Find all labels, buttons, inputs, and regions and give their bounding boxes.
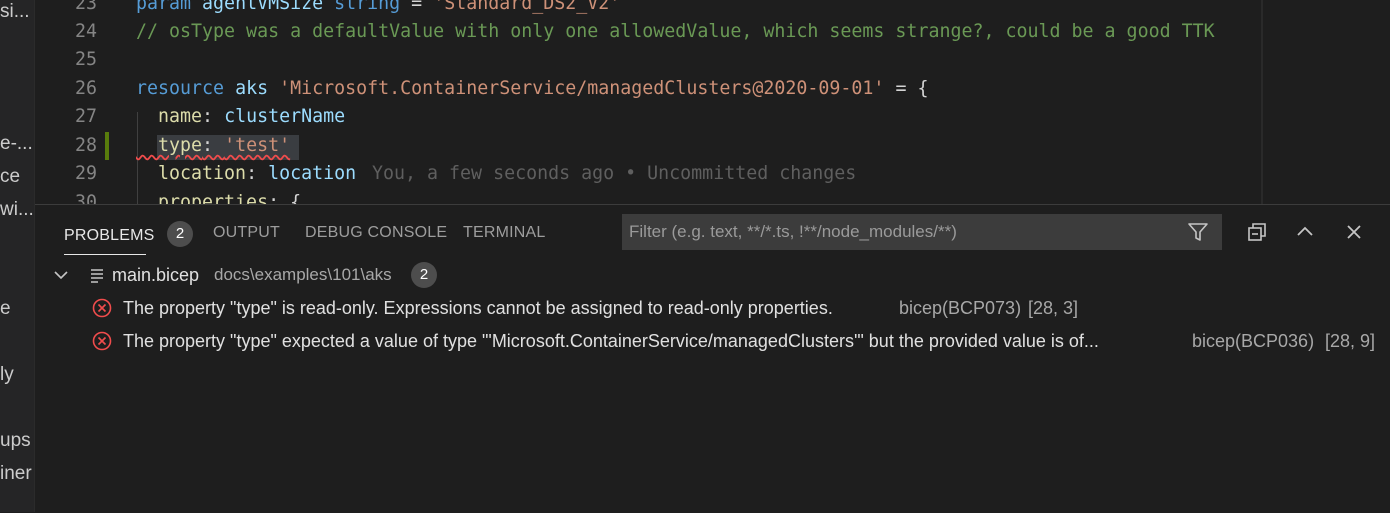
- problem-position: [28, 3]: [1028, 298, 1079, 318]
- maximize-panel-icon[interactable]: [1293, 220, 1317, 244]
- code-token: 'Microsoft.ContainerService/managedClust…: [279, 78, 885, 99]
- code-token: :: [246, 163, 269, 184]
- code-line[interactable]: 25: [35, 46, 1390, 74]
- code-token: 'Standard_DS2_V2': [433, 0, 621, 14]
- code-editor[interactable]: 23 param agentVMSize string = 'Standard_D…: [35, 0, 1390, 204]
- collapse-all-icon[interactable]: [1245, 220, 1269, 244]
- explorer-item[interactable]: e-...: [0, 132, 33, 156]
- line-number: 23: [74, 0, 97, 14]
- code-text: properties: {: [136, 189, 301, 204]
- code-token: :: [202, 106, 225, 127]
- line-number: 25: [74, 49, 97, 70]
- code-token: aks: [235, 78, 280, 99]
- code-token: agentVMSize: [202, 0, 335, 14]
- error-icon: [92, 331, 112, 351]
- chevron-down-icon[interactable]: [53, 267, 69, 283]
- code-line[interactable]: 23 param agentVMSize string = 'Standard_D…: [35, 0, 1390, 18]
- git-blame-annotation: You, a few seconds ago • Uncommitted cha…: [372, 163, 857, 184]
- explorer-item[interactable]: si...: [0, 0, 30, 24]
- problem-item[interactable]: The property "type" expected a value of …: [35, 325, 1390, 357]
- explorer-item[interactable]: ups: [0, 429, 31, 453]
- explorer-item[interactable]: iner: [0, 462, 32, 486]
- panel-tabs: PROBLEMS 2 OUTPUT DEBUG CONSOLE TERMINAL: [35, 205, 1390, 257]
- code-token: location: [136, 163, 247, 184]
- code-text: // osType was a defaultValue with only o…: [136, 18, 1215, 46]
- problem-source: bicep(BCP073): [899, 298, 1022, 318]
- code-token: resource: [136, 78, 236, 99]
- file-problem-count-badge: 2: [411, 262, 437, 288]
- file-name: main.bicep: [112, 265, 200, 285]
- code-token: name: [136, 106, 203, 127]
- code-text: location: location: [136, 160, 356, 188]
- problems-file-row[interactable]: main.bicep docs\examples\101\aks 2: [35, 259, 1390, 291]
- line-number: 26: [74, 78, 97, 99]
- file-path: docs\examples\101\aks: [214, 265, 392, 284]
- bottom-panel: PROBLEMS 2 OUTPUT DEBUG CONSOLE TERMINAL: [35, 204, 1390, 513]
- problems-filter-input[interactable]: [622, 214, 1222, 250]
- code-token: =: [411, 0, 434, 14]
- problems-count-badge: 2: [167, 221, 194, 247]
- code-token: = {: [884, 78, 929, 99]
- tab-problems[interactable]: PROBLEMS 2: [64, 221, 194, 249]
- code-text: resource aks 'Microsoft.ContainerService…: [136, 75, 928, 103]
- code-token: string: [334, 0, 412, 14]
- explorer-item[interactable]: wi...: [0, 198, 34, 222]
- problem-item[interactable]: The property "type" is read-only. Expres…: [35, 292, 1390, 324]
- problem-message: The property "type" is read-only. Expres…: [123, 298, 833, 318]
- tab-output[interactable]: OUTPUT: [213, 224, 280, 242]
- code-token: properties: [136, 192, 269, 204]
- code-text: name: clusterName: [136, 103, 345, 131]
- close-panel-icon[interactable]: [1342, 220, 1366, 244]
- code-token: : {: [268, 192, 302, 204]
- code-text: param agentVMSize string = 'Standard_DS2…: [136, 0, 620, 18]
- code-line[interactable]: 30 properties: {: [35, 189, 1390, 204]
- problem-source: bicep(BCP036): [1192, 331, 1315, 351]
- code-line[interactable]: 26 resource aks 'Microsoft.ContainerServi…: [35, 75, 1390, 103]
- code-token: location: [268, 163, 357, 184]
- explorer-item[interactable]: ly: [0, 363, 14, 387]
- code-token: param: [136, 0, 203, 14]
- code-line[interactable]: 27 name: clusterName: [35, 103, 1390, 131]
- line-number: 24: [74, 21, 97, 42]
- explorer-sidebar: si... e-... ce wi... e ly ups iner: [0, 0, 35, 512]
- problem-message: The property "type" expected a value of …: [123, 331, 1099, 351]
- explorer-item[interactable]: e: [0, 297, 11, 321]
- error-icon: [92, 298, 112, 318]
- explorer-item[interactable]: ce: [0, 165, 20, 189]
- file-icon: [91, 269, 103, 283]
- problem-position: [28, 9]: [1325, 331, 1376, 351]
- tab-debug-console[interactable]: DEBUG CONSOLE: [305, 224, 447, 242]
- code-token: clusterName: [224, 106, 346, 127]
- code-line[interactable]: 24 // osType was a defaultValue with only…: [35, 18, 1390, 46]
- minimap-edge: [1261, 0, 1263, 204]
- line-number: 27: [74, 106, 97, 127]
- filter-icon[interactable]: [1186, 220, 1210, 244]
- tab-terminal[interactable]: TERMINAL: [463, 224, 546, 242]
- code-token: // osType was a defaultValue with only o…: [136, 21, 1215, 42]
- tab-label: PROBLEMS: [64, 227, 155, 245]
- active-tab-indicator: [64, 254, 146, 255]
